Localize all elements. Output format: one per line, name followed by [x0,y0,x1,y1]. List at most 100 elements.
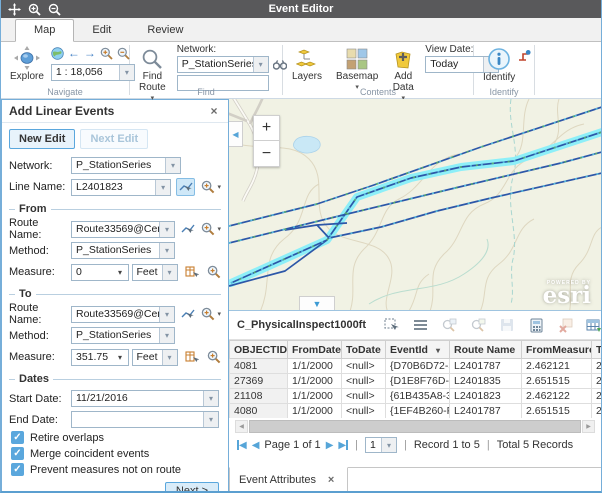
page-number-combobox[interactable]: 1 [365,437,397,453]
zoom-out-tool-icon[interactable] [117,47,130,60]
dropdown-icon [165,158,180,173]
from-route-name-combobox[interactable]: Route33569@Cent [71,221,175,238]
tab-map[interactable]: Map [15,19,74,42]
select-features-icon[interactable] [383,317,399,333]
identify-route-icon[interactable] [518,49,531,62]
table-row[interactable]: 211081/1/2000<null>{61B435A8-3L24018232.… [230,389,602,404]
to-select-route-on-map-icon[interactable] [180,305,195,323]
network-field-combobox[interactable]: P_StationSeries [71,157,181,174]
from-zoom-to-measure-icon[interactable] [207,265,221,279]
collapse-table-button[interactable] [299,296,335,310]
pan-to-selected-icon[interactable] [470,317,486,333]
tab-close-icon[interactable] [324,474,338,486]
to-pick-measure-icon[interactable] [183,348,202,366]
map-zoom-control: + − [253,115,280,167]
event-attributes-panel: C_PhysicalInspect1000ft [229,310,601,492]
network-value: P_StationSeries [178,57,253,72]
map-zoom-in-button[interactable]: + [253,115,280,141]
col-route-name[interactable]: Route Name [450,341,522,359]
explore-button[interactable]: Explore [7,45,47,83]
first-page-button[interactable] [237,439,247,451]
col-eventid[interactable]: EventId [386,341,450,359]
zoom-to-selected-icon[interactable] [441,317,457,333]
merge-coincident-events-checkbox[interactable]: Merge coincident events [11,447,219,460]
table-row[interactable]: 273691/1/2000<null>{D1E8F76D-FL24018352.… [230,374,602,389]
from-unit-combobox[interactable]: Feet [132,264,178,281]
line-name-combobox[interactable]: L2401823 [71,179,171,196]
basemap-label: Basemap [336,71,378,82]
layers-button[interactable]: Layers [289,47,325,83]
map-view[interactable]: + − POWERED BY esri [229,99,601,310]
zoom-options-dropdown-icon[interactable]: ▾ [217,310,221,318]
zoom-to-line-icon[interactable]: ▾ [201,180,221,194]
from-pick-measure-icon[interactable] [183,263,202,281]
col-tomeasure[interactable]: ToMeasure [592,341,602,359]
col-todate[interactable]: ToDate [342,341,386,359]
next-edit-button[interactable]: Next Edit [80,129,148,149]
table-horizontal-scrollbar[interactable]: ◀ ▶ [235,420,595,433]
tab-event-attributes[interactable]: Event Attributes [229,467,348,492]
col-objectid[interactable]: OBJECTID [230,341,288,359]
to-method-combobox[interactable]: P_StationSeries [71,327,175,344]
scroll-right-icon[interactable]: ▶ [582,420,595,433]
new-edit-button[interactable]: New Edit [9,129,75,149]
from-select-route-on-map-icon[interactable] [180,220,195,238]
globe-icon[interactable] [51,47,64,60]
map-zoom-out-button[interactable]: − [253,141,280,167]
show-all-records-icon[interactable] [412,317,428,333]
previous-extent-icon[interactable]: ← [68,47,80,59]
tab-review[interactable]: Review [129,20,201,41]
ribbon: Explore ← → 1 : 18,056 [1,42,601,99]
end-date-combobox[interactable] [71,411,219,428]
table-row[interactable]: 40801/1/2000<null>{1EF4B260-FL24017872.6… [230,404,602,419]
find-route-icon [141,48,163,70]
to-measure-combobox[interactable]: 351.75 [71,349,129,366]
prevent-measures-checkbox[interactable]: Prevent measures not on route [11,463,219,476]
table-title: C_PhysicalInspect1000ft [237,319,366,331]
tab-edit[interactable]: Edit [74,20,129,41]
group-navigate: Explore ← → 1 : 18,056 [1,42,129,98]
record-range-text: Record 1 to 5 [414,439,480,451]
select-line-on-map-icon[interactable] [176,178,195,196]
identify-icon [487,47,511,71]
calculator-icon[interactable] [528,317,544,333]
to-section-header: To [9,288,221,300]
to-zoom-to-route-icon[interactable]: ▾ [201,307,221,321]
col-fromdate[interactable]: FromDate [288,341,342,359]
to-route-name-combobox[interactable]: Route33569@Cent [71,306,175,323]
col-frommeasure[interactable]: FromMeasure [522,341,592,359]
from-route-name-label: Route Name: [9,217,71,241]
scroll-left-icon[interactable]: ◀ [235,420,248,433]
zoom-options-dropdown-icon[interactable]: ▾ [217,225,221,233]
ribbon-divider [534,45,535,95]
from-method-combobox[interactable]: P_StationSeries [71,242,175,259]
collapse-panel-left-button[interactable] [229,121,243,147]
dropdown-icon [159,222,174,237]
previous-page-button[interactable] [252,439,260,451]
scale-combobox[interactable]: 1 : 18,056 [51,64,135,81]
next-extent-icon[interactable]: → [84,47,96,59]
identify-button[interactable]: Identify [480,46,518,84]
save-icon[interactable] [499,317,515,333]
network-combobox[interactable]: P_StationSeries [177,56,269,73]
to-zoom-to-measure-icon[interactable] [207,350,221,364]
layers-icon [296,48,318,70]
from-zoom-to-route-icon[interactable]: ▾ [201,222,221,236]
next-page-button[interactable] [326,439,334,451]
switch-to-table-icon[interactable] [586,317,602,333]
basemap-button[interactable]: Basemap ▾ [333,47,381,92]
zoom-options-dropdown-icon[interactable]: ▾ [217,183,221,191]
to-unit-combobox[interactable]: Feet [132,349,178,366]
scrollbar-thumb[interactable] [249,420,581,433]
delete-selected-icon[interactable] [557,317,573,333]
zoom-in-tool-icon[interactable] [100,47,113,60]
table-row[interactable]: 40811/1/2000<null>{D70B6D72-3L24017872.4… [230,359,602,374]
next-button[interactable]: Next > [165,482,219,492]
from-measure-combobox[interactable]: 0 [71,264,129,281]
panel-close-icon[interactable] [207,104,221,118]
start-date-combobox[interactable]: 11/21/2016 [71,390,219,407]
last-page-button[interactable] [338,439,348,451]
retire-overlaps-checkbox[interactable]: Retire overlaps [11,431,219,444]
checkbox-checked-icon [11,447,24,460]
from-method-label: Method: [9,245,71,257]
